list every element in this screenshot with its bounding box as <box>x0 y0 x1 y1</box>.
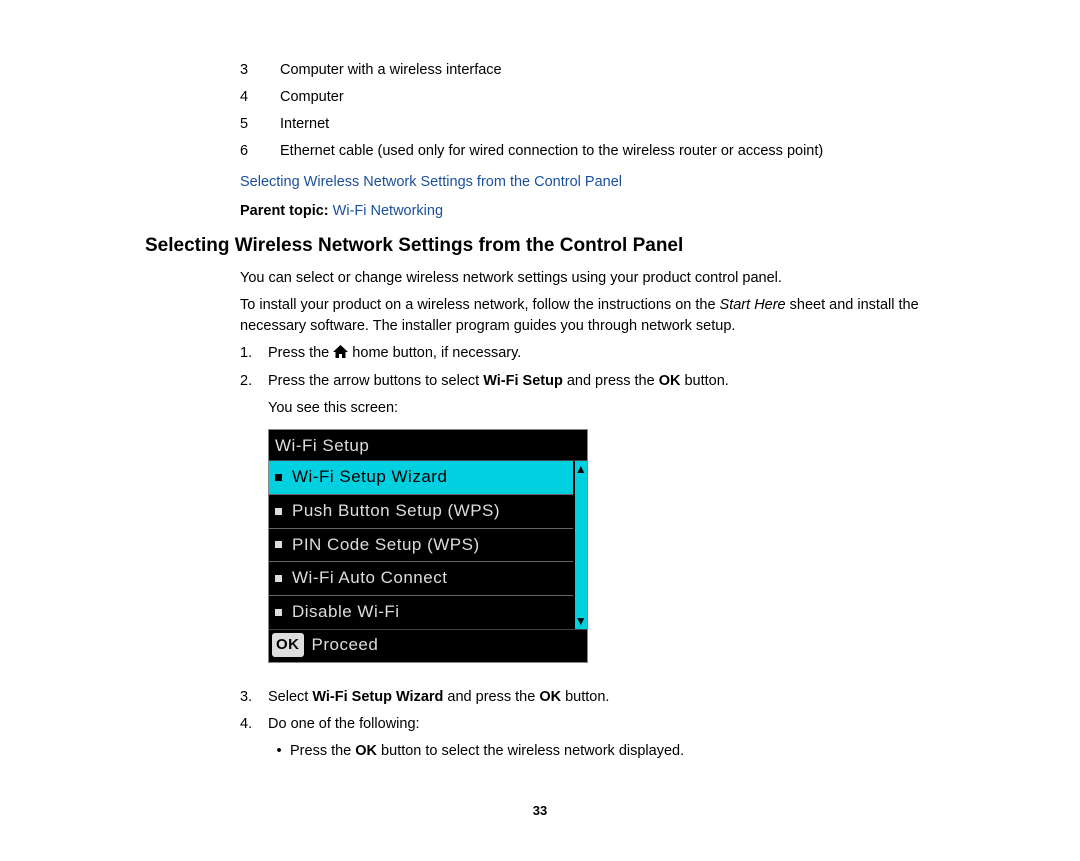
screen-footer: OK Proceed <box>269 630 587 663</box>
bullet-icon <box>275 508 282 515</box>
menu-item-label: Disable Wi-Fi <box>292 600 400 625</box>
home-icon <box>333 344 348 365</box>
menu-item: Disable Wi-Fi <box>269 596 573 629</box>
bullet-icon <box>275 474 282 481</box>
topic-link[interactable]: Selecting Wireless Network Settings from… <box>240 172 980 193</box>
step-item: 2. Press the arrow buttons to select Wi-… <box>240 371 980 419</box>
list-item: 3 Computer with a wireless interface <box>240 60 980 81</box>
item-text: Computer with a wireless interface <box>280 60 502 81</box>
menu-area: Wi-Fi Setup Wizard Push Button Setup (WP… <box>269 461 587 629</box>
menu-item-label: Push Button Setup (WPS) <box>292 499 500 524</box>
step-subtext: You see this screen: <box>268 398 980 419</box>
item-text: Ethernet cable (used only for wired conn… <box>280 141 823 162</box>
step-number: 3. <box>240 687 268 708</box>
step-number: 1. <box>240 343 268 365</box>
parent-topic-link[interactable]: Wi-Fi Networking <box>333 203 443 219</box>
parent-topic: Parent topic: Wi-Fi Networking <box>240 201 980 222</box>
menu-items: Wi-Fi Setup Wizard Push Button Setup (WP… <box>269 461 573 628</box>
menu-item: Wi-Fi Auto Connect <box>269 562 573 596</box>
item-number: 5 <box>240 114 280 135</box>
list-item: 4 Computer <box>240 87 980 108</box>
menu-item-selected: Wi-Fi Setup Wizard <box>269 461 573 495</box>
item-number: 6 <box>240 141 280 162</box>
item-text: Internet <box>280 114 329 135</box>
bullet-icon <box>275 609 282 616</box>
page-number: 33 <box>100 802 980 821</box>
step-item: 4. Do one of the following: • Press the … <box>240 714 980 762</box>
bullet-item: • Press the OK button to select the wire… <box>268 741 980 762</box>
step-body: Press the home button, if necessary. <box>268 343 980 365</box>
paragraph: To install your product on a wireless ne… <box>240 295 980 337</box>
scrollbar: ▲ ▼ <box>573 461 587 628</box>
parent-topic-label: Parent topic: <box>240 203 333 219</box>
step-number: 4. <box>240 714 268 762</box>
item-number: 3 <box>240 60 280 81</box>
step-body: Do one of the following: • Press the OK … <box>268 714 980 762</box>
item-number: 4 <box>240 87 280 108</box>
proceed-label: Proceed <box>312 633 379 658</box>
sub-bullet-list: • Press the OK button to select the wire… <box>268 741 980 762</box>
menu-item-label: PIN Code Setup (WPS) <box>292 533 480 558</box>
step-body: Press the arrow buttons to select Wi-Fi … <box>268 371 980 419</box>
step-item: 1. Press the home button, if necessary. <box>240 343 980 365</box>
menu-item-label: Wi-Fi Auto Connect <box>292 566 447 591</box>
scroll-up-icon: ▲ <box>575 463 587 475</box>
bullet-dot: • <box>268 741 290 762</box>
bullet-icon <box>275 575 282 582</box>
list-item: 5 Internet <box>240 114 980 135</box>
list-item: 6 Ethernet cable (used only for wired co… <box>240 141 980 162</box>
step-item: 3. Select Wi-Fi Setup Wizard and press t… <box>240 687 980 708</box>
menu-item-label: Wi-Fi Setup Wizard <box>292 465 447 490</box>
scroll-down-icon: ▼ <box>575 615 587 627</box>
menu-item: PIN Code Setup (WPS) <box>269 529 573 563</box>
item-text: Computer <box>280 87 344 108</box>
paragraph: You can select or change wireless networ… <box>240 268 980 289</box>
screen-title: Wi-Fi Setup <box>269 430 587 462</box>
printer-lcd-screenshot: Wi-Fi Setup Wi-Fi Setup Wizard Push Butt… <box>268 429 588 663</box>
bullet-icon <box>275 541 282 548</box>
steps-list: 1. Press the home button, if necessary. … <box>240 343 980 419</box>
step-number: 2. <box>240 371 268 419</box>
document-content: 3 Computer with a wireless interface 4 C… <box>100 60 980 821</box>
ok-badge: OK <box>272 633 304 657</box>
menu-item: Push Button Setup (WPS) <box>269 495 573 529</box>
steps-list-continued: 3. Select Wi-Fi Setup Wizard and press t… <box>240 687 980 762</box>
section-heading: Selecting Wireless Network Settings from… <box>145 232 980 260</box>
step-body: Select Wi-Fi Setup Wizard and press the … <box>268 687 980 708</box>
numbered-definition-list: 3 Computer with a wireless interface 4 C… <box>240 60 980 162</box>
